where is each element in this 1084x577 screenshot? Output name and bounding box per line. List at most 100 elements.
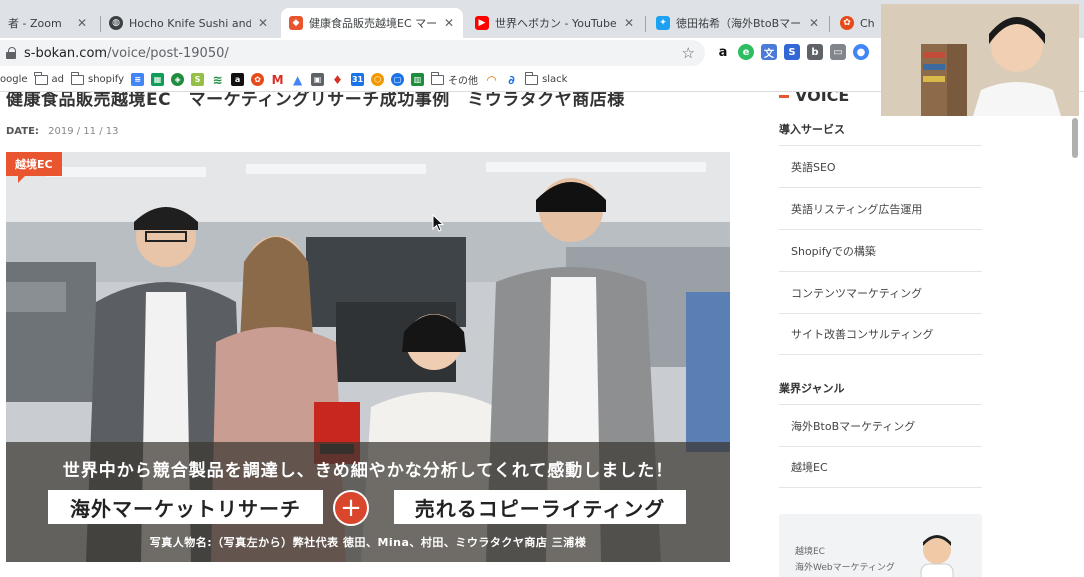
bookmark-folder-slack[interactable]: slack bbox=[524, 71, 568, 85]
bookmark-label: oogle bbox=[0, 74, 28, 85]
url-path: /voice/post-19050/ bbox=[107, 45, 229, 61]
web-page: 健康食品販売越境EC マーケティングリサーチ成功事例 ミウラタクヤ商店様 DAT… bbox=[0, 92, 1084, 577]
post-date: DATE: 2019 / 11 / 13 bbox=[6, 126, 118, 137]
tab-label: Hocho Knife Sushi and Sash bbox=[129, 16, 251, 30]
tab-youtube[interactable]: ▶ 世界へボカン - YouTube ✕ bbox=[467, 8, 643, 38]
photo-caption: 写真人物名:（写真左から）弊社代表 徳田、Mina、村田、ミウラタクヤ商店 三浦… bbox=[149, 536, 587, 549]
twitter-icon: ✦ bbox=[656, 16, 670, 30]
bookmark-label: その他 bbox=[448, 76, 479, 87]
tab-separator bbox=[829, 16, 830, 32]
tab-separator bbox=[645, 16, 646, 32]
chat-icon[interactable]: ▢ bbox=[391, 73, 405, 86]
tab-twitter[interactable]: ✦ 徳田祐希（海外BtoBマーケテ ✕ bbox=[648, 8, 828, 38]
tab-label: 世界へボカン - YouTube bbox=[495, 17, 617, 30]
b-extension-icon[interactable]: b bbox=[807, 44, 823, 60]
hexagon-icon[interactable]: ⬡ bbox=[371, 73, 385, 86]
bookmark-folder-shopify[interactable]: shopify bbox=[70, 71, 125, 85]
close-icon[interactable]: ✕ bbox=[76, 16, 88, 30]
folder-icon bbox=[430, 71, 445, 85]
voice-heading-text: VOICE bbox=[795, 92, 850, 105]
link-icon[interactable]: ∂ bbox=[505, 73, 518, 87]
sidebar-voice-heading: VOICE bbox=[779, 92, 849, 105]
close-icon[interactable]: ✕ bbox=[443, 16, 455, 30]
amazon-extension-icon[interactable]: a bbox=[715, 44, 731, 60]
sidebar-item-site-consulting[interactable]: サイト改善コンサルティング bbox=[779, 313, 982, 355]
category-badge[interactable]: 越境EC bbox=[6, 152, 62, 183]
evernote-extension-icon[interactable]: e bbox=[738, 44, 754, 60]
sidebar-item-listing-ads[interactable]: 英語リスティング広告運用 bbox=[779, 187, 982, 229]
lock-icon[interactable] bbox=[6, 47, 16, 59]
wifi-icon[interactable]: ≋ bbox=[211, 73, 224, 87]
tab-active-page[interactable]: ◆ 健康食品販売越境EC マーケテ ✕ bbox=[281, 8, 463, 38]
hero-image: 越境EC 世界中から競合製品を調達し、きめ細やかな分析してくれて感動しました！ … bbox=[6, 152, 730, 562]
address-bar[interactable]: s-bokan.com /voice/post-19050/ ☆ bbox=[0, 40, 705, 66]
chatwork-icon: ✿ bbox=[840, 16, 854, 30]
webcam-video bbox=[881, 4, 1079, 116]
fan-icon[interactable]: ◠ bbox=[485, 73, 498, 87]
tab-label: Chatw bbox=[860, 16, 874, 30]
globe-icon: ◍ bbox=[109, 16, 123, 30]
card-line-2: 海外Webマーケティング bbox=[795, 563, 895, 573]
bookmark-folder-other[interactable]: その他 bbox=[430, 71, 479, 87]
genre-heading: 業界ジャンル bbox=[779, 382, 845, 395]
bookmark-folder-ad[interactable]: ad bbox=[34, 71, 64, 85]
service-right-box: 売れるコピーライティング bbox=[394, 490, 686, 524]
sidebar-item-shopify[interactable]: Shopifyでの構築 bbox=[779, 229, 982, 271]
tab-chatwork[interactable]: ✿ Chatw bbox=[832, 8, 882, 38]
classroom-icon[interactable]: ▥ bbox=[411, 73, 425, 86]
service-left-box: 海外マーケットリサーチ bbox=[48, 490, 323, 524]
folder-icon bbox=[524, 71, 539, 85]
close-icon[interactable]: ✕ bbox=[257, 16, 269, 30]
tab-hocho-knife[interactable]: ◍ Hocho Knife Sushi and Sash ✕ bbox=[101, 8, 277, 38]
flame-icon[interactable]: ♦ bbox=[331, 73, 344, 87]
date-value: 2019 / 11 / 13 bbox=[48, 126, 119, 137]
close-icon[interactable]: ✕ bbox=[623, 16, 635, 30]
plus-icon: + bbox=[333, 490, 369, 526]
chatwork-icon[interactable]: ✿ bbox=[251, 73, 265, 86]
accent-bar bbox=[779, 95, 789, 98]
tab-label: 健康食品販売越境EC マーケテ bbox=[309, 17, 437, 30]
calculator-icon[interactable]: ▣ bbox=[311, 73, 325, 86]
bookmark-label: shopify bbox=[88, 74, 125, 85]
sidebar-item-english-seo[interactable]: 英語SEO bbox=[779, 145, 982, 187]
hero-overlay: 世界中から競合製品を調達し、きめ細やかな分析してくれて感動しました！ 海外マーケ… bbox=[6, 442, 730, 562]
translate-extension-icon[interactable]: 文 bbox=[761, 44, 777, 60]
tab-label: 徳田祐希（海外BtoBマーケテ bbox=[676, 17, 802, 30]
cast-extension-icon[interactable]: ▭ bbox=[830, 44, 846, 60]
docs-icon[interactable]: ≡ bbox=[131, 73, 145, 86]
page-title: 健康食品販売越境EC マーケティングリサーチ成功事例 ミウラタクヤ商店様 bbox=[6, 92, 625, 110]
calendar-icon[interactable]: 31 bbox=[351, 73, 365, 86]
page-scrollbar[interactable] bbox=[1072, 118, 1078, 158]
bookmark-google[interactable]: oogle bbox=[0, 74, 28, 85]
sheets-icon[interactable]: ▦ bbox=[151, 73, 165, 86]
shield-icon[interactable]: ◈ bbox=[171, 73, 185, 86]
sidebar-item-cross-border-ec[interactable]: 越境EC bbox=[779, 446, 982, 488]
sidebar-promo-card[interactable]: 越境EC 海外Webマーケティング bbox=[779, 514, 982, 577]
tab-zoom[interactable]: 者 - Zoom ✕ bbox=[0, 8, 96, 38]
extension-icons: a e 文 S b ▭ ● bbox=[715, 44, 869, 60]
ads-icon[interactable]: ▲ bbox=[291, 73, 304, 87]
bookmark-star-icon[interactable]: ☆ bbox=[682, 44, 695, 62]
gmail-icon[interactable]: M bbox=[271, 73, 284, 87]
date-label: DATE: bbox=[6, 126, 39, 137]
bookmark-label: ad bbox=[51, 74, 64, 85]
folder-icon bbox=[34, 71, 48, 85]
mouse-cursor-icon bbox=[432, 214, 444, 232]
sidebar-item-btob[interactable]: 海外BtoBマーケティング bbox=[779, 404, 982, 446]
amazon-icon[interactable]: a bbox=[231, 73, 245, 86]
services-heading: 導入サービス bbox=[779, 123, 845, 136]
tab-label: 者 - Zoom bbox=[8, 17, 62, 30]
overlay-headline: 世界中から競合製品を調達し、きめ細やかな分析してくれて感動しました！ bbox=[62, 461, 674, 481]
url-host: s-bokan.com bbox=[24, 45, 108, 61]
zoom-extension-icon[interactable]: ● bbox=[853, 44, 869, 60]
shopify-icon[interactable]: S bbox=[191, 73, 205, 86]
site-favicon-icon: ◆ bbox=[289, 16, 303, 30]
close-icon[interactable]: ✕ bbox=[808, 16, 820, 30]
sidebar-item-content-marketing[interactable]: コンテンツマーケティング bbox=[779, 271, 982, 313]
youtube-icon: ▶ bbox=[475, 16, 489, 30]
card-line-1: 越境EC bbox=[795, 547, 825, 557]
mascot-avatar bbox=[920, 535, 954, 577]
bookmark-label: slack bbox=[542, 74, 568, 85]
screenshot-extension-icon[interactable]: S bbox=[784, 44, 800, 60]
presenter-video bbox=[881, 4, 1079, 116]
